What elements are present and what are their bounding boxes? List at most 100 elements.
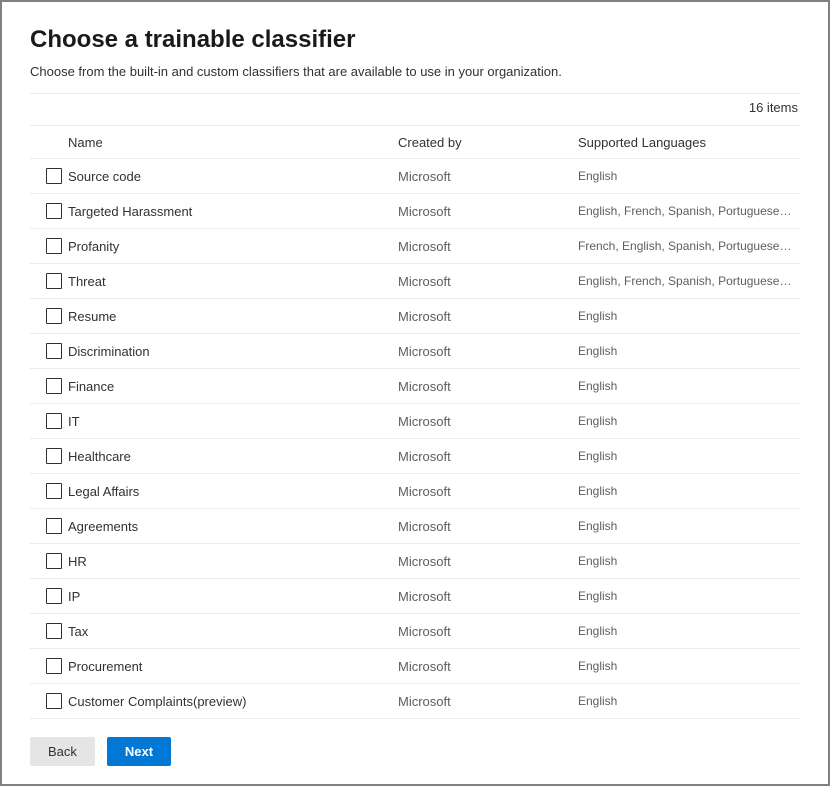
- cell-name: IP: [68, 589, 398, 604]
- cell-created-by: Microsoft: [398, 519, 578, 534]
- table-row[interactable]: Source codeMicrosoftEnglish: [30, 159, 800, 194]
- table-row[interactable]: ResumeMicrosoftEnglish: [30, 299, 800, 334]
- cell-languages: French, English, Spanish, Portuguese, Ge…: [578, 239, 800, 253]
- table-row[interactable]: DiscriminationMicrosoftEnglish: [30, 334, 800, 369]
- table-row[interactable]: HealthcareMicrosoftEnglish: [30, 439, 800, 474]
- table-row[interactable]: HRMicrosoftEnglish: [30, 544, 800, 579]
- checkbox-cell: [30, 413, 68, 429]
- cell-name: Targeted Harassment: [68, 204, 398, 219]
- cell-name: HR: [68, 554, 398, 569]
- table-body: Source codeMicrosoftEnglishTargeted Hara…: [30, 159, 800, 719]
- cell-name: IT: [68, 414, 398, 429]
- cell-languages: English: [578, 694, 800, 708]
- checkbox-cell: [30, 448, 68, 464]
- column-header-created-by[interactable]: Created by: [398, 135, 578, 150]
- cell-languages: English: [578, 379, 800, 393]
- table-row[interactable]: ProfanityMicrosoftFrench, English, Spani…: [30, 229, 800, 264]
- cell-created-by: Microsoft: [398, 449, 578, 464]
- cell-languages: English: [578, 309, 800, 323]
- column-header-languages[interactable]: Supported Languages: [578, 135, 800, 150]
- checkbox-cell: [30, 588, 68, 604]
- cell-languages: English: [578, 589, 800, 603]
- table-row[interactable]: Targeted HarassmentMicrosoftEnglish, Fre…: [30, 194, 800, 229]
- cell-created-by: Microsoft: [398, 624, 578, 639]
- row-checkbox[interactable]: [46, 448, 62, 464]
- row-checkbox[interactable]: [46, 413, 62, 429]
- checkbox-cell: [30, 273, 68, 289]
- table-header: Name Created by Supported Languages: [30, 125, 800, 159]
- cell-created-by: Microsoft: [398, 414, 578, 429]
- checkbox-cell: [30, 483, 68, 499]
- table-row[interactable]: IPMicrosoftEnglish: [30, 579, 800, 614]
- cell-created-by: Microsoft: [398, 274, 578, 289]
- table-row[interactable]: AgreementsMicrosoftEnglish: [30, 509, 800, 544]
- item-count: 16 items: [30, 100, 800, 115]
- row-checkbox[interactable]: [46, 238, 62, 254]
- row-checkbox[interactable]: [46, 553, 62, 569]
- checkbox-cell: [30, 343, 68, 359]
- footer-buttons: Back Next: [30, 737, 171, 766]
- cell-name: Customer Complaints(preview): [68, 694, 398, 709]
- cell-name: Healthcare: [68, 449, 398, 464]
- row-checkbox[interactable]: [46, 343, 62, 359]
- checkbox-cell: [30, 378, 68, 394]
- checkbox-cell: [30, 238, 68, 254]
- cell-languages: English: [578, 344, 800, 358]
- cell-created-by: Microsoft: [398, 484, 578, 499]
- next-button[interactable]: Next: [107, 737, 171, 766]
- table-row[interactable]: FinanceMicrosoftEnglish: [30, 369, 800, 404]
- row-checkbox[interactable]: [46, 378, 62, 394]
- cell-created-by: Microsoft: [398, 694, 578, 709]
- checkbox-cell: [30, 553, 68, 569]
- cell-name: Legal Affairs: [68, 484, 398, 499]
- table-row[interactable]: Legal AffairsMicrosoftEnglish: [30, 474, 800, 509]
- cell-languages: English, French, Spanish, Portuguese, Ge…: [578, 274, 800, 288]
- checkbox-cell: [30, 168, 68, 184]
- cell-created-by: Microsoft: [398, 169, 578, 184]
- table-row[interactable]: ProcurementMicrosoftEnglish: [30, 649, 800, 684]
- row-checkbox[interactable]: [46, 273, 62, 289]
- row-checkbox[interactable]: [46, 693, 62, 709]
- cell-created-by: Microsoft: [398, 554, 578, 569]
- checkbox-cell: [30, 658, 68, 674]
- row-checkbox[interactable]: [46, 483, 62, 499]
- back-button[interactable]: Back: [30, 737, 95, 766]
- checkbox-cell: [30, 623, 68, 639]
- table-row[interactable]: ITMicrosoftEnglish: [30, 404, 800, 439]
- table-row[interactable]: TaxMicrosoftEnglish: [30, 614, 800, 649]
- divider: [30, 93, 800, 94]
- checkbox-cell: [30, 518, 68, 534]
- row-checkbox[interactable]: [46, 623, 62, 639]
- row-checkbox[interactable]: [46, 308, 62, 324]
- table-row[interactable]: ThreatMicrosoftEnglish, French, Spanish,…: [30, 264, 800, 299]
- cell-created-by: Microsoft: [398, 659, 578, 674]
- cell-created-by: Microsoft: [398, 309, 578, 324]
- cell-languages: English: [578, 519, 800, 533]
- cell-languages: English: [578, 659, 800, 673]
- page-subtitle: Choose from the built-in and custom clas…: [30, 64, 800, 79]
- row-checkbox[interactable]: [46, 658, 62, 674]
- column-header-name[interactable]: Name: [68, 135, 398, 150]
- cell-created-by: Microsoft: [398, 239, 578, 254]
- cell-languages: English: [578, 624, 800, 638]
- cell-languages: English: [578, 449, 800, 463]
- cell-languages: English: [578, 414, 800, 428]
- cell-name: Source code: [68, 169, 398, 184]
- cell-languages: English: [578, 169, 800, 183]
- row-checkbox[interactable]: [46, 168, 62, 184]
- cell-name: Discrimination: [68, 344, 398, 359]
- cell-name: Procurement: [68, 659, 398, 674]
- table-row[interactable]: Customer Complaints(preview)MicrosoftEng…: [30, 684, 800, 719]
- cell-name: Profanity: [68, 239, 398, 254]
- cell-languages: English, French, Spanish, Portuguese, Ge…: [578, 204, 800, 218]
- cell-created-by: Microsoft: [398, 379, 578, 394]
- cell-name: Finance: [68, 379, 398, 394]
- cell-name: Tax: [68, 624, 398, 639]
- checkbox-cell: [30, 693, 68, 709]
- cell-created-by: Microsoft: [398, 344, 578, 359]
- checkbox-cell: [30, 308, 68, 324]
- row-checkbox[interactable]: [46, 203, 62, 219]
- row-checkbox[interactable]: [46, 588, 62, 604]
- row-checkbox[interactable]: [46, 518, 62, 534]
- checkbox-cell: [30, 203, 68, 219]
